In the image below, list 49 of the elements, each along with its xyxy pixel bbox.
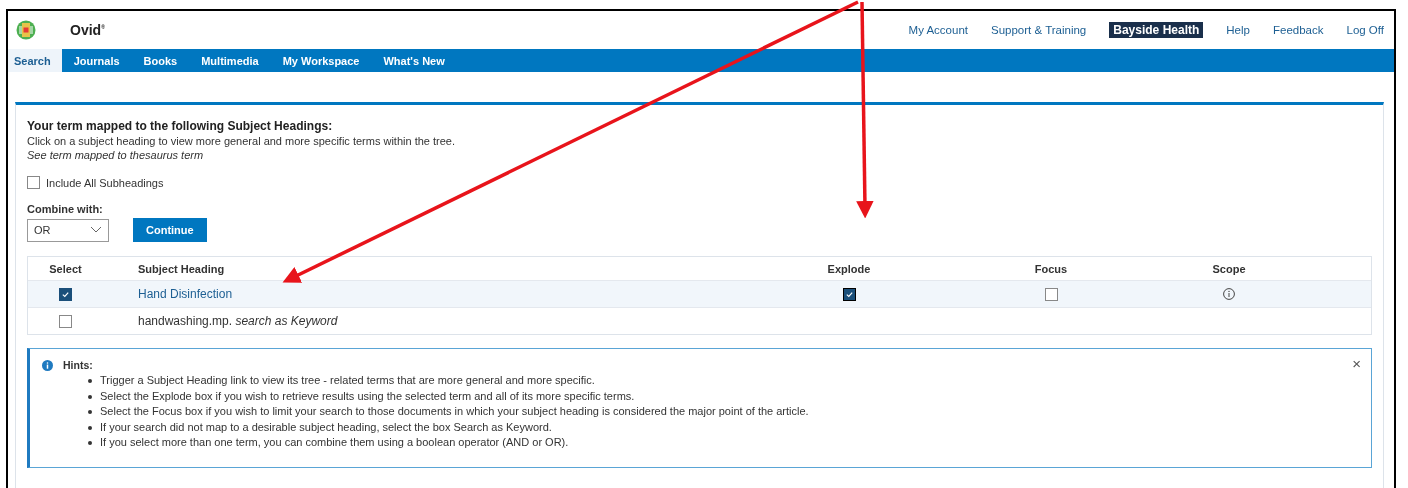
checkbox[interactable]: [1044, 287, 1058, 301]
keyword-term: handwashing.mp. search as Keyword: [137, 314, 339, 328]
bullet-icon: [88, 441, 92, 445]
header-link[interactable]: Feedback: [1272, 24, 1324, 36]
column-header: Explode: [827, 262, 871, 275]
checkbox-label: Include All Subheadings: [46, 176, 164, 189]
continue-button[interactable]: Continue: [133, 218, 207, 242]
hint-text: Trigger a Subject Heading link to view its tree - related terms that are more general and more specific.: [100, 373, 595, 388]
column-header: Scope: [1212, 262, 1246, 275]
nav-tab[interactable]: Multimedia: [189, 49, 271, 72]
bullet-icon: [88, 379, 92, 383]
hint-text: Select the Explode box if you wish to retrieve results using the selected term and all of its more specific terms.: [100, 388, 635, 404]
nav-tab[interactable]: Books: [131, 49, 190, 72]
bullet-icon: [88, 410, 92, 414]
bullet-icon: [88, 425, 92, 430]
chevron-down-icon: [90, 226, 102, 234]
combine-label: Combine with:: [27, 203, 104, 215]
header-link[interactable]: Support & Training: [991, 24, 1087, 36]
nav-tab[interactable]: Search: [8, 49, 62, 72]
brand-name: Ovid$^{®}$: [70, 22, 105, 38]
checkbox[interactable]: [842, 287, 856, 301]
column-header: Focus: [1034, 262, 1068, 275]
nav-tab[interactable]: What's New: [371, 49, 457, 72]
checkmark-icon: [61, 289, 70, 299]
close-button[interactable]: ×: [1352, 355, 1361, 372]
panel-title: Your term mapped to the following Subject Headings:: [27, 119, 334, 133]
checkmark-icon: [844, 289, 854, 299]
header-link[interactable]: Log Off: [1346, 24, 1384, 36]
checkbox[interactable]: [27, 176, 40, 189]
combine-dropdown[interactable]: OR: [27, 218, 109, 242]
globe-logo-icon: [16, 20, 36, 40]
nav-tab[interactable]: My Workspace: [270, 49, 372, 72]
header-link[interactable]: Help: [1226, 24, 1250, 36]
info-icon[interactable]: [1223, 288, 1235, 300]
panel-description: Click on a subject heading to view more general and more specific terms within the tree.: [27, 135, 456, 147]
hints-title: Hints:: [63, 359, 93, 371]
thesaurus-note: See term mapped to thesaurus term: [27, 149, 205, 161]
hint-text: If you select more than one term, you can combine them using a boolean operator (AND or OR).: [100, 435, 569, 450]
checkbox[interactable]: [59, 287, 72, 301]
column-header: Subject Heading: [137, 262, 225, 275]
checkbox[interactable]: [59, 314, 72, 328]
column-header: Select: [49, 262, 82, 275]
institution-badge: Bayside Health: [1109, 22, 1204, 38]
header-link[interactable]: My Account: [908, 24, 968, 36]
hint-text: Select the Focus box if you wish to limit your search to those documents in which your subject heading is considered the major point of the article.: [100, 404, 809, 419]
info-icon: [42, 359, 53, 371]
bullet-icon: [88, 394, 92, 399]
hint-text: If your search did not map to a desirable subject heading, select the box Search as Keyword.: [100, 419, 552, 435]
nav-tab[interactable]: Journals: [61, 49, 132, 72]
